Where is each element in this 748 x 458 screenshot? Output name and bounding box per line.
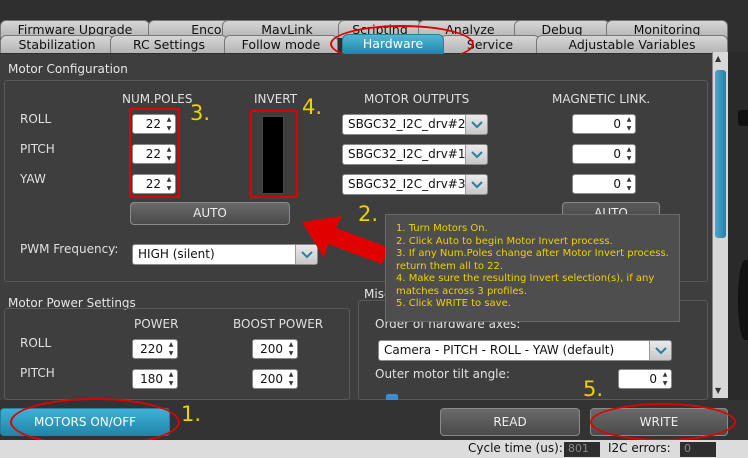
- tilt-angle-label: Outer motor tilt angle:: [375, 367, 510, 381]
- spinner-arrows-icon[interactable]: ▲ ▼: [624, 146, 634, 162]
- spinner-arrows-icon[interactable]: ▲ ▼: [660, 371, 670, 387]
- pitch-magnetic-spinner[interactable]: 0 ▲ ▼: [572, 144, 636, 164]
- roll-power-value: 220: [140, 342, 163, 356]
- yaw-label: YAW: [20, 172, 46, 186]
- spinner-arrows-icon[interactable]: ▲ ▼: [286, 371, 296, 387]
- instructions-tooltip: 1. Turn Motors On. 2. Click Auto to begi…: [385, 214, 680, 322]
- invert-highlight: [250, 110, 298, 198]
- yaw-motor-output-select[interactable]: SBGC32_I2C_drv#3: [342, 174, 488, 195]
- pitch-power-spinner[interactable]: 180 ▲ ▼: [132, 369, 178, 389]
- roll-boost-value: 200: [260, 342, 283, 356]
- power-roll-label: ROLL: [20, 336, 52, 350]
- annotation-1: 1.: [181, 402, 202, 426]
- status-bar: Cycle time (us): 801 I2C errors: 0: [0, 440, 748, 458]
- boost-power-header: BOOST POWER: [233, 317, 324, 331]
- scroll-down-icon[interactable]: ▼: [715, 386, 721, 395]
- tooltip-line: 2. Click Auto to begin Motor Invert proc…: [396, 235, 613, 247]
- auto-invert-button[interactable]: AUTO: [130, 202, 290, 225]
- chevron-down-icon[interactable]: [465, 175, 487, 194]
- read-button[interactable]: READ: [440, 408, 580, 436]
- motor-outputs-header: MOTOR OUTPUTS: [364, 92, 470, 106]
- yaw-magnetic-spinner[interactable]: 0 ▲ ▼: [572, 174, 636, 194]
- tab-stabilization[interactable]: Stabilization: [0, 35, 114, 53]
- num-poles-header: NUM.POLES: [122, 92, 193, 106]
- side-dial-icon: [738, 260, 748, 340]
- pwm-frequency-select[interactable]: HIGH (silent): [132, 244, 318, 265]
- num-poles-highlight: [129, 108, 180, 198]
- roll-magnetic-value: 0: [613, 117, 621, 131]
- chevron-down-icon[interactable]: [465, 145, 487, 164]
- pitch-magnetic-value: 0: [613, 147, 621, 161]
- annotation-4: 4.: [302, 95, 323, 119]
- spinner-arrows-icon[interactable]: ▲ ▼: [624, 116, 634, 132]
- magnetic-link-header: MAGNETIC LINK.: [552, 92, 651, 106]
- side-indicator-icon: [738, 110, 748, 126]
- spinner-arrows-icon[interactable]: ▲ ▼: [624, 176, 634, 192]
- roll-boost-spinner[interactable]: 200 ▲ ▼: [252, 339, 298, 359]
- tooltip-line: 4. Make sure the resulting Invert select…: [396, 273, 655, 284]
- axes-order-select[interactable]: Camera - PITCH - ROLL - YAW (default): [378, 340, 672, 361]
- tilt-angle-spinner[interactable]: 0 ▲ ▼: [618, 369, 672, 389]
- spinner-arrows-icon[interactable]: ▲ ▼: [286, 341, 296, 357]
- pitch-motor-output-select[interactable]: SBGC32_I2C_drv#1: [342, 144, 488, 165]
- roll-output-value: SBGC32_I2C_drv#2: [348, 117, 466, 131]
- annotation-3: 3.: [190, 101, 211, 125]
- pitch-output-value: SBGC32_I2C_drv#1: [348, 147, 466, 161]
- pwm-frequency-value: HIGH (silent): [138, 247, 215, 261]
- i2c-errors-value: 0: [680, 442, 716, 457]
- invert-header: INVERT: [254, 92, 298, 106]
- pitch-label: PITCH: [20, 142, 55, 156]
- tooltip-line: 3. If any Num.Poles change after Motor I…: [396, 248, 669, 259]
- power-pitch-label: PITCH: [20, 366, 55, 380]
- pitch-boost-spinner[interactable]: 200 ▲ ▼: [252, 369, 298, 389]
- tab-adjustable-variables[interactable]: Adjustable Variables: [536, 35, 728, 53]
- annotation-5: 5.: [583, 377, 604, 401]
- roll-power-spinner[interactable]: 220 ▲ ▼: [132, 339, 178, 359]
- tooltip-line: 5. Click WRITE to save.: [396, 298, 511, 309]
- spinner-arrows-icon[interactable]: ▲ ▼: [166, 371, 176, 387]
- scroll-thumb[interactable]: [715, 70, 726, 238]
- vertical-scrollbar[interactable]: ▲ ▼: [712, 52, 728, 398]
- annotation-2: 2.: [358, 202, 379, 226]
- yaw-magnetic-value: 0: [613, 177, 621, 191]
- motor-config-title: Motor Configuration: [8, 62, 128, 76]
- tilt-angle-value: 0: [649, 372, 657, 386]
- tab-follow-mode[interactable]: Follow mode: [224, 35, 338, 53]
- chevron-down-icon[interactable]: [465, 115, 487, 134]
- tooltip-line: 1. Turn Motors On.: [396, 223, 488, 234]
- pitch-power-value: 180: [140, 372, 163, 386]
- i2c-errors-label: I2C errors:: [608, 441, 671, 455]
- roll-label: ROLL: [20, 112, 52, 126]
- spinner-arrows-icon[interactable]: ▲ ▼: [166, 341, 176, 357]
- write-button-highlight: [590, 403, 736, 441]
- motors-button-highlight: [10, 398, 180, 446]
- roll-magnetic-spinner[interactable]: 0 ▲ ▼: [572, 114, 636, 134]
- cycle-time-label: Cycle time (us):: [468, 441, 563, 455]
- chevron-down-icon[interactable]: [649, 341, 671, 360]
- axes-order-value: Camera - PITCH - ROLL - YAW (default): [384, 343, 615, 357]
- power-header: POWER: [134, 317, 179, 331]
- scroll-up-icon[interactable]: ▲: [715, 54, 721, 63]
- tab-rc-settings[interactable]: RC Settings: [110, 35, 228, 53]
- pwm-frequency-label: PWM Frequency:: [20, 242, 119, 256]
- red-arrow-icon: [302, 216, 390, 264]
- roll-motor-output-select[interactable]: SBGC32_I2C_drv#2: [342, 114, 488, 135]
- tooltip-line: matches across 3 profiles.: [396, 285, 527, 297]
- pitch-boost-value: 200: [260, 372, 283, 386]
- yaw-output-value: SBGC32_I2C_drv#3: [348, 177, 466, 191]
- cycle-time-value: 801: [564, 442, 600, 457]
- tooltip-line: return them all to 22.: [396, 260, 504, 272]
